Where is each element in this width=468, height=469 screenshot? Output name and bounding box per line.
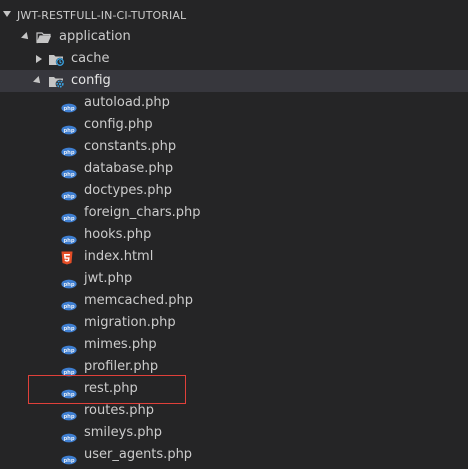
svg-text:php: php bbox=[63, 194, 74, 200]
selection-highlight-rect bbox=[28, 375, 186, 404]
file-item[interactable]: php foreign_chars.php bbox=[0, 202, 468, 224]
tree-item-application[interactable]: application bbox=[0, 26, 468, 48]
file-item[interactable]: php memcached.php bbox=[0, 290, 468, 312]
cache-folder-icon bbox=[48, 52, 66, 71]
file-item[interactable]: php constants.php bbox=[0, 136, 468, 158]
file-label: doctypes.php bbox=[84, 183, 173, 198]
svg-text:php: php bbox=[63, 304, 74, 310]
file-label: constants.php bbox=[84, 139, 177, 154]
tree-item-cache[interactable]: cache bbox=[0, 48, 468, 70]
file-label: jwt.php bbox=[84, 271, 133, 286]
file-item[interactable]: php user_agents.php bbox=[0, 444, 468, 466]
file-item[interactable]: php hooks.php bbox=[0, 224, 468, 246]
file-item[interactable]: php autoload.php bbox=[0, 92, 468, 114]
project-title: JWT-RESTFULL-IN-CI-TUTORIAL bbox=[17, 9, 187, 22]
svg-text:php: php bbox=[63, 238, 74, 244]
collapse-arrow-icon[interactable] bbox=[3, 11, 11, 17]
file-label: mimes.php bbox=[84, 337, 157, 352]
folder-open-icon bbox=[36, 30, 52, 49]
file-item[interactable]: php jwt.php bbox=[0, 268, 468, 290]
php-icon: php bbox=[61, 450, 77, 469]
svg-text:php: php bbox=[63, 282, 74, 288]
html5-icon bbox=[61, 250, 73, 269]
file-item[interactable]: php migration.php bbox=[0, 312, 468, 334]
tree-item-config[interactable]: config bbox=[0, 70, 468, 92]
config-folder-icon bbox=[48, 74, 66, 93]
file-label: migration.php bbox=[84, 315, 176, 330]
file-label: autoload.php bbox=[84, 95, 170, 110]
svg-text:php: php bbox=[63, 436, 74, 442]
svg-text:php: php bbox=[63, 414, 74, 420]
svg-text:php: php bbox=[63, 106, 74, 112]
file-label: memcached.php bbox=[84, 293, 193, 308]
chevron-right-icon[interactable] bbox=[36, 55, 42, 63]
svg-text:php: php bbox=[63, 458, 74, 464]
chevron-down-icon[interactable] bbox=[21, 32, 31, 42]
svg-text:php: php bbox=[63, 128, 74, 134]
file-label: config.php bbox=[84, 117, 153, 132]
explorer-header[interactable]: JWT-RESTFULL-IN-CI-TUTORIAL bbox=[0, 5, 468, 25]
svg-text:php: php bbox=[63, 150, 74, 156]
file-item[interactable]: index.html bbox=[0, 246, 468, 268]
file-item[interactable]: php mimes.php bbox=[0, 334, 468, 356]
explorer-panel: JWT-RESTFULL-IN-CI-TUTORIAL application … bbox=[0, 0, 468, 469]
folder-label-config: config bbox=[71, 73, 111, 88]
svg-text:php: php bbox=[63, 172, 74, 178]
svg-text:php: php bbox=[63, 348, 74, 354]
file-label: profiler.php bbox=[84, 359, 159, 374]
file-label: foreign_chars.php bbox=[84, 205, 201, 220]
file-label: hooks.php bbox=[84, 227, 152, 242]
file-label: user_agents.php bbox=[84, 447, 193, 462]
file-item[interactable]: php database.php bbox=[0, 158, 468, 180]
file-item[interactable]: php doctypes.php bbox=[0, 180, 468, 202]
svg-text:php: php bbox=[63, 326, 74, 332]
file-label: index.html bbox=[84, 249, 154, 264]
file-label: routes.php bbox=[84, 403, 154, 418]
file-label: database.php bbox=[84, 161, 174, 176]
folder-label-cache: cache bbox=[71, 51, 110, 66]
svg-text:php: php bbox=[63, 216, 74, 222]
file-label: smileys.php bbox=[84, 425, 162, 440]
file-item[interactable]: php smileys.php bbox=[0, 422, 468, 444]
folder-label-application: application bbox=[59, 29, 131, 44]
file-item[interactable]: php config.php bbox=[0, 114, 468, 136]
chevron-down-icon[interactable] bbox=[33, 76, 43, 86]
